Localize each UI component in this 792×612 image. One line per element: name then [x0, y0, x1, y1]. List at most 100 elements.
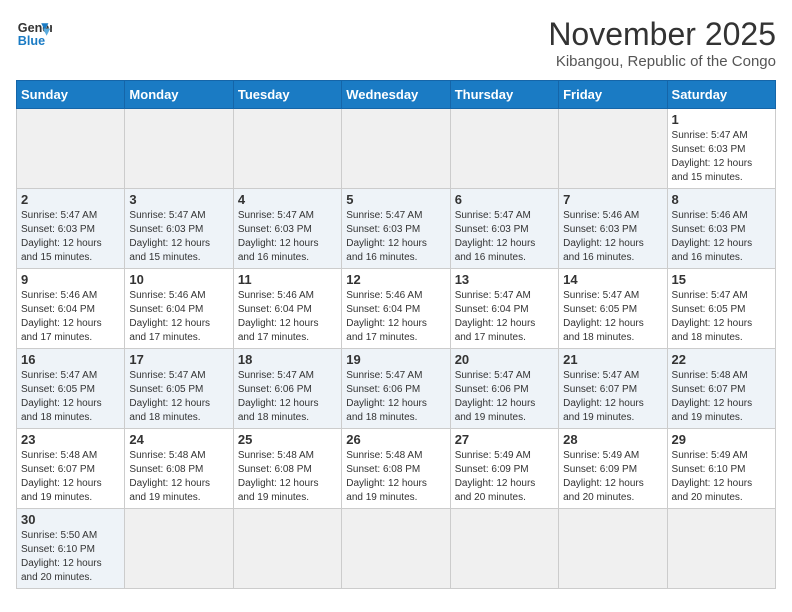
calendar-cell: 9 Sunrise: 5:46 AM Sunset: 6:04 PM Daylig… — [17, 269, 125, 349]
day-info: Sunrise: 5:49 AM Sunset: 6:10 PM Dayligh… — [672, 449, 771, 505]
calendar-cell — [342, 509, 450, 589]
calendar-cell: 29 Sunrise: 5:49 AM Sunset: 6:10 PM Dayli… — [667, 429, 775, 509]
day-number: 19 — [346, 352, 445, 367]
calendar-cell: 14 Sunrise: 5:47 AM Sunset: 6:05 PM Dayli… — [559, 269, 667, 349]
calendar-cell: 24Sunrise: 5:48 AM Sunset: 6:08 PM Dayli… — [125, 429, 233, 509]
header-thursday: Thursday — [450, 81, 558, 109]
day-number: 24 — [129, 432, 228, 447]
day-number: 15 — [672, 272, 771, 287]
day-number: 25 — [238, 432, 337, 447]
day-info: Sunrise: 5:47 AM Sunset: 6:05 PM Dayligh… — [21, 369, 120, 425]
day-number: 9 — [21, 272, 120, 287]
day-info: Sunrise: 5:48 AM Sunset: 6:07 PM Dayligh… — [21, 449, 120, 505]
day-number: 30 — [21, 512, 120, 527]
calendar-cell — [17, 109, 125, 189]
calendar-cell — [450, 109, 558, 189]
day-info: Sunrise: 5:49 AM Sunset: 6:09 PM Dayligh… — [455, 449, 554, 505]
day-number: 16 — [21, 352, 120, 367]
page-header: General Blue November 2025 Kibangou, Rep… — [16, 16, 776, 70]
calendar-cell: 6 Sunrise: 5:47 AM Sunset: 6:03 PM Daylig… — [450, 189, 558, 269]
calendar-cell: 7Sunrise: 5:46 AM Sunset: 6:03 PM Daylig… — [559, 189, 667, 269]
calendar-cell: 5 Sunrise: 5:47 AM Sunset: 6:03 PM Daylig… — [342, 189, 450, 269]
calendar-cell — [559, 109, 667, 189]
calendar-cell: 25 Sunrise: 5:48 AM Sunset: 6:08 PM Dayli… — [233, 429, 341, 509]
day-number: 27 — [455, 432, 554, 447]
day-number: 17 — [129, 352, 228, 367]
calendar-cell: 21Sunrise: 5:47 AM Sunset: 6:07 PM Dayli… — [559, 349, 667, 429]
header-monday: Monday — [125, 81, 233, 109]
day-info: Sunrise: 5:47 AM Sunset: 6:06 PM Dayligh… — [238, 369, 337, 425]
day-info: Sunrise: 5:46 AM Sunset: 6:03 PM Dayligh… — [563, 209, 662, 265]
weekday-header-row: Sunday Monday Tuesday Wednesday Thursday… — [17, 81, 776, 109]
day-number: 11 — [238, 272, 337, 287]
day-info: Sunrise: 5:47 AM Sunset: 6:03 PM Dayligh… — [455, 209, 554, 265]
day-info: Sunrise: 5:48 AM Sunset: 6:08 PM Dayligh… — [238, 449, 337, 505]
day-info: Sunrise: 5:50 AM Sunset: 6:10 PM Dayligh… — [21, 529, 120, 585]
day-number: 8 — [672, 192, 771, 207]
svg-text:Blue: Blue — [18, 34, 45, 48]
day-info: Sunrise: 5:47 AM Sunset: 6:05 PM Dayligh… — [129, 369, 228, 425]
calendar-cell: 4 Sunrise: 5:47 AM Sunset: 6:03 PM Daylig… — [233, 189, 341, 269]
day-info: Sunrise: 5:47 AM Sunset: 6:06 PM Dayligh… — [455, 369, 554, 425]
header-tuesday: Tuesday — [233, 81, 341, 109]
calendar-cell: 3Sunrise: 5:47 AM Sunset: 6:03 PM Daylig… — [125, 189, 233, 269]
day-number: 5 — [346, 192, 445, 207]
day-number: 2 — [21, 192, 120, 207]
day-info: Sunrise: 5:47 AM Sunset: 6:03 PM Dayligh… — [129, 209, 228, 265]
calendar-cell: 8 Sunrise: 5:46 AM Sunset: 6:03 PM Daylig… — [667, 189, 775, 269]
day-info: Sunrise: 5:47 AM Sunset: 6:05 PM Dayligh… — [563, 289, 662, 345]
calendar-cell: 27 Sunrise: 5:49 AM Sunset: 6:09 PM Dayli… — [450, 429, 558, 509]
calendar-cell — [559, 509, 667, 589]
calendar-cell: 30 Sunrise: 5:50 AM Sunset: 6:10 PM Dayli… — [17, 509, 125, 589]
day-info: Sunrise: 5:47 AM Sunset: 6:03 PM Dayligh… — [672, 129, 771, 185]
day-number: 18 — [238, 352, 337, 367]
day-info: Sunrise: 5:46 AM Sunset: 6:04 PM Dayligh… — [21, 289, 120, 345]
calendar-cell: 23 Sunrise: 5:48 AM Sunset: 6:07 PM Dayli… — [17, 429, 125, 509]
day-number: 13 — [455, 272, 554, 287]
calendar-cell: 1 Sunrise: 5:47 AM Sunset: 6:03 PM Daylig… — [667, 109, 775, 189]
calendar-week-2: 2 Sunrise: 5:47 AM Sunset: 6:03 PM Daylig… — [17, 189, 776, 269]
header-sunday: Sunday — [17, 81, 125, 109]
day-info: Sunrise: 5:47 AM Sunset: 6:05 PM Dayligh… — [672, 289, 771, 345]
location-subtitle: Kibangou, Republic of the Congo — [548, 53, 776, 70]
day-info: Sunrise: 5:46 AM Sunset: 6:04 PM Dayligh… — [346, 289, 445, 345]
calendar-cell: 17 Sunrise: 5:47 AM Sunset: 6:05 PM Dayli… — [125, 349, 233, 429]
calendar-cell: 16 Sunrise: 5:47 AM Sunset: 6:05 PM Dayli… — [17, 349, 125, 429]
day-number: 20 — [455, 352, 554, 367]
calendar-cell — [450, 509, 558, 589]
day-number: 10 — [129, 272, 228, 287]
calendar-cell: 13 Sunrise: 5:47 AM Sunset: 6:04 PM Dayli… — [450, 269, 558, 349]
calendar-cell: 28Sunrise: 5:49 AM Sunset: 6:09 PM Dayli… — [559, 429, 667, 509]
day-number: 1 — [672, 112, 771, 127]
day-number: 4 — [238, 192, 337, 207]
calendar-cell: 20 Sunrise: 5:47 AM Sunset: 6:06 PM Dayli… — [450, 349, 558, 429]
calendar-week-3: 9 Sunrise: 5:46 AM Sunset: 6:04 PM Daylig… — [17, 269, 776, 349]
calendar-cell: 11 Sunrise: 5:46 AM Sunset: 6:04 PM Dayli… — [233, 269, 341, 349]
day-info: Sunrise: 5:47 AM Sunset: 6:03 PM Dayligh… — [346, 209, 445, 265]
day-info: Sunrise: 5:46 AM Sunset: 6:04 PM Dayligh… — [129, 289, 228, 345]
day-number: 12 — [346, 272, 445, 287]
day-info: Sunrise: 5:46 AM Sunset: 6:03 PM Dayligh… — [672, 209, 771, 265]
calendar-week-5: 23 Sunrise: 5:48 AM Sunset: 6:07 PM Dayli… — [17, 429, 776, 509]
calendar-cell: 15 Sunrise: 5:47 AM Sunset: 6:05 PM Dayli… — [667, 269, 775, 349]
day-number: 23 — [21, 432, 120, 447]
calendar-cell: 12 Sunrise: 5:46 AM Sunset: 6:04 PM Dayli… — [342, 269, 450, 349]
day-number: 29 — [672, 432, 771, 447]
day-number: 14 — [563, 272, 662, 287]
day-info: Sunrise: 5:49 AM Sunset: 6:09 PM Dayligh… — [563, 449, 662, 505]
calendar-cell: 26Sunrise: 5:48 AM Sunset: 6:08 PM Dayli… — [342, 429, 450, 509]
day-info: Sunrise: 5:47 AM Sunset: 6:04 PM Dayligh… — [455, 289, 554, 345]
title-area: November 2025 Kibangou, Republic of the … — [548, 16, 776, 70]
calendar-cell — [233, 509, 341, 589]
day-number: 6 — [455, 192, 554, 207]
header-friday: Friday — [559, 81, 667, 109]
day-info: Sunrise: 5:47 AM Sunset: 6:03 PM Dayligh… — [21, 209, 120, 265]
calendar-week-4: 16 Sunrise: 5:47 AM Sunset: 6:05 PM Dayli… — [17, 349, 776, 429]
calendar-table: Sunday Monday Tuesday Wednesday Thursday… — [16, 80, 776, 589]
day-info: Sunrise: 5:48 AM Sunset: 6:08 PM Dayligh… — [346, 449, 445, 505]
day-info: Sunrise: 5:46 AM Sunset: 6:04 PM Dayligh… — [238, 289, 337, 345]
day-info: Sunrise: 5:47 AM Sunset: 6:03 PM Dayligh… — [238, 209, 337, 265]
day-info: Sunrise: 5:47 AM Sunset: 6:07 PM Dayligh… — [563, 369, 662, 425]
header-saturday: Saturday — [667, 81, 775, 109]
day-info: Sunrise: 5:47 AM Sunset: 6:06 PM Dayligh… — [346, 369, 445, 425]
